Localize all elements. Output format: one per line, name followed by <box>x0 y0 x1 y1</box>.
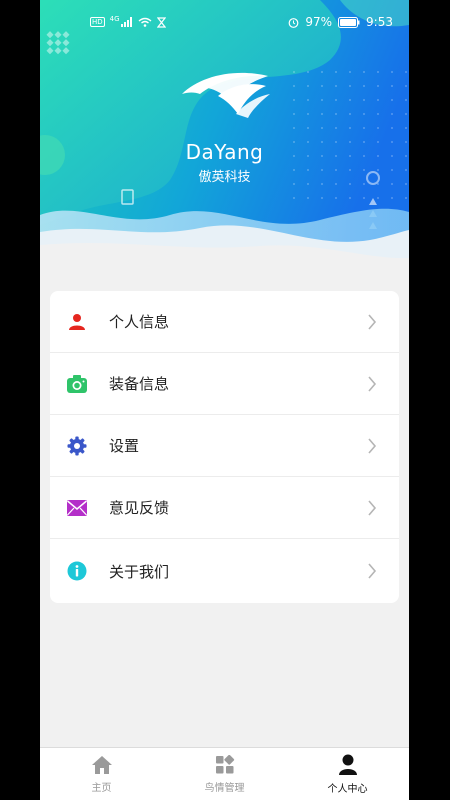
grid-icon <box>215 754 234 773</box>
tab-home[interactable]: 主页 <box>40 748 163 800</box>
menu-item-label: 关于我们 <box>109 562 170 581</box>
camera-icon <box>66 373 88 395</box>
chevron-right-icon <box>368 437 377 454</box>
alarm-icon <box>288 17 299 28</box>
battery-icon <box>338 16 360 28</box>
tab-label: 个人中心 <box>327 783 368 795</box>
bird-wings-logo <box>182 72 270 118</box>
menu-item-about[interactable]: 关于我们 <box>50 539 399 603</box>
battery-percent: 97% <box>305 15 333 29</box>
menu-item-label: 个人信息 <box>109 313 170 331</box>
gear-icon <box>66 435 88 457</box>
menu-item-settings[interactable]: 设置 <box>50 415 399 477</box>
app-screen: HD 4G 97% 9:53 DaYang 傲英科技 个人信息 装备信息 设置 … <box>40 0 409 800</box>
bottom-tab-bar: 主页 鸟情管理 个人中心 <box>40 747 409 800</box>
brand-subtitle: 傲英科技 <box>198 170 251 185</box>
status-bar: HD 4G 97% 9:53 <box>40 0 409 44</box>
mail-icon <box>66 497 88 519</box>
info-icon <box>66 560 88 582</box>
chevron-right-icon <box>368 499 377 516</box>
tab-personal-center[interactable]: 个人中心 <box>286 748 409 800</box>
menu-item-equipment[interactable]: 装备信息 <box>50 353 399 415</box>
brand-block: DaYang 傲英科技 <box>40 140 409 185</box>
clock: 9:53 <box>366 15 393 29</box>
wifi-icon <box>138 17 151 27</box>
menu-item-label: 装备信息 <box>109 375 170 393</box>
menu-card: 个人信息 装备信息 设置 意见反馈 关于我们 <box>50 291 399 603</box>
menu-item-profile[interactable]: 个人信息 <box>50 291 399 353</box>
user-icon <box>338 754 357 775</box>
network-type: 4G <box>109 14 120 23</box>
person-icon <box>66 311 88 333</box>
menu-item-label: 意见反馈 <box>109 499 170 517</box>
hd-badge: HD <box>90 17 105 27</box>
tab-label: 鸟情管理 <box>204 782 245 794</box>
hourglass-icon <box>156 16 166 28</box>
menu-item-feedback[interactable]: 意见反馈 <box>50 477 399 539</box>
chevron-right-icon <box>368 375 377 392</box>
chevron-right-icon <box>368 313 377 330</box>
menu-item-label: 设置 <box>109 437 140 455</box>
tab-label: 主页 <box>91 782 112 794</box>
home-icon <box>91 755 112 774</box>
hero-banner: HD 4G 97% 9:53 DaYang 傲英科技 <box>40 0 409 270</box>
tab-bird-management[interactable]: 鸟情管理 <box>163 748 286 800</box>
signal-icon <box>120 17 132 27</box>
brand-name: DaYang <box>185 140 264 164</box>
chevron-right-icon <box>368 563 377 579</box>
